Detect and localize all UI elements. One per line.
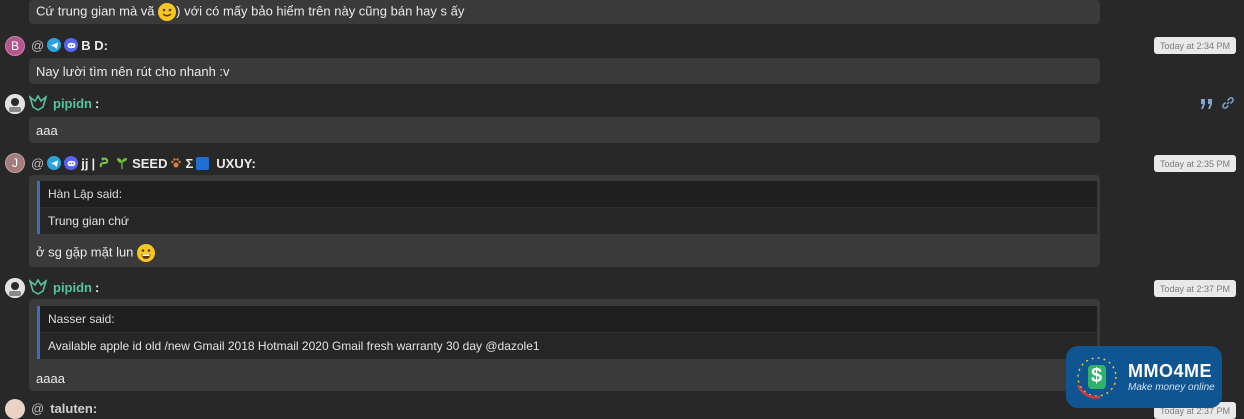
telegram-icon: [47, 156, 62, 170]
logo-tagline: Make money online: [1128, 382, 1215, 393]
discord-icon: [64, 38, 79, 52]
avatar-letter: J: [12, 156, 18, 170]
link-icon[interactable]: [1221, 96, 1235, 110]
quote-author[interactable]: Nasser said:: [40, 306, 1097, 333]
username-part: |: [91, 155, 96, 171]
username-part: SEED: [132, 155, 168, 171]
message-bubble: aaa: [29, 117, 1100, 143]
username-colon: :: [95, 279, 100, 295]
message-header: @ B D:: [31, 35, 108, 55]
dollar-badge-icon: $: [1070, 350, 1124, 404]
message-text: Nay lười tìm nên rút cho nhanh :v: [36, 64, 230, 79]
mmo4me-logo: $ MMO4ME Make money online: [1066, 346, 1222, 408]
telegram-icon: [47, 38, 62, 52]
blue-square-icon: [196, 156, 210, 170]
avatar[interactable]: B: [5, 36, 25, 56]
logo-name: MMO4ME: [1128, 361, 1212, 381]
quote-author[interactable]: Hàn Lập said:: [40, 181, 1097, 208]
quote-text: Available apple id old /new Gmail 2018 H…: [40, 333, 1097, 359]
message-text: aaa: [36, 123, 58, 138]
seedling-emoji-icon: [115, 156, 129, 170]
username-colon: :: [95, 95, 100, 111]
username-part: Σ: [185, 155, 194, 171]
quote-text: Trung gian chứ: [40, 208, 1097, 234]
quote-block: Nasser said: Available apple id old /new…: [37, 306, 1097, 359]
team-badge-icon: [29, 279, 47, 295]
username-part: UXUY:: [216, 155, 256, 171]
username-part[interactable]: jj: [81, 156, 88, 171]
quote-block: Hàn Lập said: Trung gian chứ: [37, 181, 1097, 234]
dollar-symbol: $: [1091, 365, 1103, 387]
timestamp[interactable]: Today at 2:34 PM: [1153, 37, 1236, 54]
message-header: pipidn:: [29, 277, 99, 297]
message-header: @ jj | SEED Σ UXUY:: [31, 153, 256, 173]
grin-emoji-icon: [137, 244, 156, 262]
avatar-letter: B: [10, 39, 19, 53]
discord-icon: [64, 156, 79, 170]
timestamp[interactable]: Today at 2:35 PM: [1153, 155, 1236, 172]
quote-action-icon[interactable]: [1200, 97, 1214, 109]
paw-emoji-icon: [170, 157, 182, 169]
message-text: aaaa: [36, 371, 65, 386]
at-prefix: @: [31, 400, 45, 416]
username[interactable]: pipidn: [53, 96, 92, 111]
at-prefix: @: [31, 155, 45, 171]
avatar[interactable]: [5, 278, 25, 298]
team-badge-icon: [29, 95, 47, 111]
message-header: pipidn:: [29, 93, 99, 113]
username[interactable]: pipidn: [53, 280, 92, 295]
avatar[interactable]: [5, 399, 25, 419]
at-prefix: @: [31, 37, 45, 53]
username[interactable]: B D:: [81, 38, 108, 53]
snake-emoji-icon: [98, 156, 112, 170]
message-text: Cứ trung gian mà vã ) với có mấy bảo hiể…: [36, 3, 464, 21]
username[interactable]: taluten:: [50, 401, 97, 416]
message-header: @ taluten:: [31, 398, 97, 418]
smile-emoji-icon: [158, 3, 177, 21]
message-text: ở sg gặp mặt lun: [36, 244, 156, 262]
timestamp[interactable]: Today at 2:37 PM: [1153, 280, 1236, 297]
avatar[interactable]: J: [5, 153, 25, 173]
message-bubble: Cứ trung gian mà vã ) với có mấy bảo hiể…: [29, 0, 1100, 24]
avatar[interactable]: [5, 94, 25, 114]
message-bubble: Nay lười tìm nên rút cho nhanh :v: [29, 58, 1100, 84]
